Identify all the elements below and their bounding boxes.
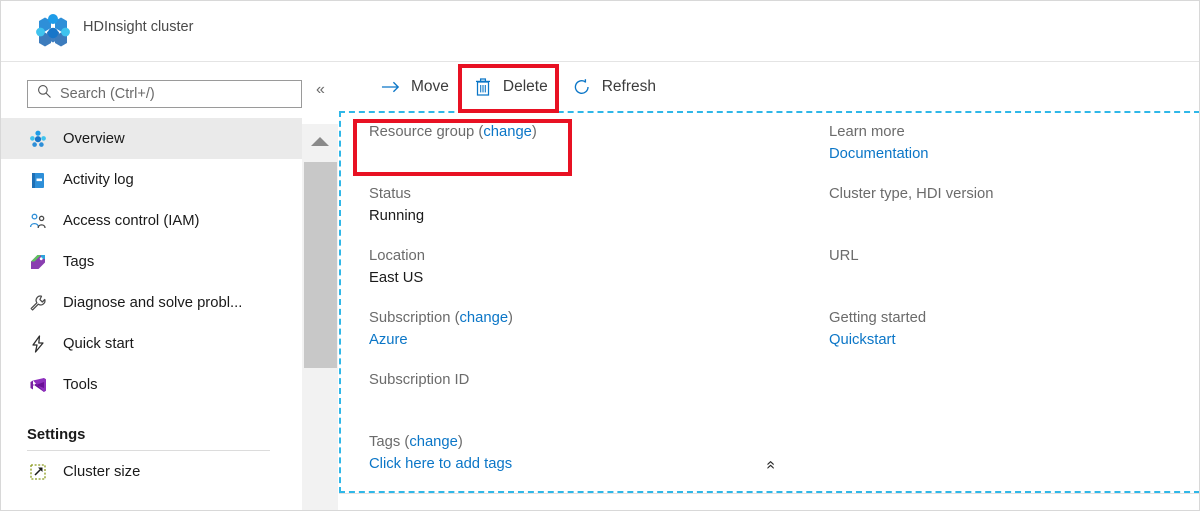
trash-can-icon: [473, 76, 494, 97]
content-footer-divider: [339, 493, 1200, 494]
resource-group-field: Resource group (change): [369, 122, 801, 165]
sidebar-item-label: Quick start: [63, 336, 134, 352]
subscription-field: Subscription (change) Azure: [369, 308, 801, 351]
tags-icon: [27, 251, 49, 273]
url-label: URL: [829, 246, 1181, 267]
sidebar-item-label: Tools: [63, 377, 98, 393]
refresh-circular-arrow-icon: [572, 76, 593, 97]
blade-header: HDInsight cluster: [1, 1, 1200, 62]
location-field: Location East US: [369, 246, 801, 289]
cluster-type-field: Cluster type, HDI version: [829, 184, 1181, 227]
arrow-right-icon: [381, 76, 402, 97]
subscription-id-field: Subscription ID: [369, 370, 801, 413]
sidebar-item-label: Tags: [63, 254, 94, 270]
sidebar-item-overview[interactable]: Overview: [1, 118, 302, 159]
essentials-right-column: Learn more Documentation Cluster type, H…: [801, 122, 1181, 491]
azure-portal-resource-blade: HDInsight cluster Search (Ctrl+/): [0, 0, 1200, 511]
lightning-bolt-icon: [27, 333, 49, 355]
cluster-type-label: Cluster type, HDI version: [829, 184, 1181, 205]
learn-more-label: Learn more: [829, 122, 1181, 143]
add-tags-link[interactable]: Click here to add tags: [369, 453, 801, 475]
hdinsight-overview-icon: [27, 128, 49, 150]
search-input[interactable]: Search (Ctrl+/): [27, 80, 302, 108]
cluster-size-resize-icon: [27, 461, 49, 483]
sidebar-section-settings-title: Settings: [1, 427, 302, 443]
subscription-change-link[interactable]: change: [460, 310, 509, 326]
location-label: Location: [369, 246, 801, 267]
delete-button[interactable]: Delete: [463, 70, 562, 103]
sidebar-item-label: Cluster size: [63, 464, 140, 480]
sidebar-item-activity-log[interactable]: Activity log: [1, 159, 302, 200]
overview-essentials-panel: Resource group (change) Status Running L…: [339, 111, 1200, 493]
sidebar-item-label: Access control (IAM): [63, 213, 200, 229]
search-icon: [37, 84, 52, 104]
subscription-id-value: [369, 391, 801, 413]
move-button-label: Move: [411, 78, 449, 96]
subscription-value-link[interactable]: Azure: [369, 329, 801, 351]
url-field: URL: [829, 246, 1181, 289]
essentials-left-column: Resource group (change) Status Running L…: [341, 122, 801, 491]
access-control-people-icon: [27, 210, 49, 232]
resource-menu-sidebar: Search (Ctrl+/) Overview: [1, 62, 302, 511]
status-field: Status Running: [369, 184, 801, 227]
essentials-collapse-button[interactable]: «: [763, 36, 779, 511]
url-value: [829, 267, 1181, 289]
tags-change-link[interactable]: change: [409, 434, 458, 450]
hdinsight-cluster-logo-icon: [25, 9, 81, 53]
sidebar-item-quick-start[interactable]: Quick start: [1, 323, 302, 364]
blade-title: HDInsight cluster: [83, 19, 193, 35]
subscription-id-label: Subscription ID: [369, 370, 801, 391]
sidebar-item-tags[interactable]: Tags: [1, 241, 302, 282]
sidebar-item-label: Activity log: [63, 172, 134, 188]
resource-group-value: [369, 143, 801, 165]
move-button[interactable]: Move: [371, 70, 463, 103]
refresh-button-label: Refresh: [602, 78, 656, 96]
getting-started-label: Getting started: [829, 308, 1181, 329]
visual-studio-tools-icon: [27, 374, 49, 396]
sidebar-collapse-button[interactable]: «: [316, 82, 325, 98]
sidebar-item-label: Diagnose and solve probl...: [63, 295, 242, 311]
status-label: Status: [369, 184, 801, 205]
sidebar-item-access-control[interactable]: Access control (IAM): [1, 200, 302, 241]
resource-group-label: Resource group (change): [369, 122, 801, 143]
activity-log-book-icon: [27, 169, 49, 191]
sidebar-item-label: Overview: [63, 131, 125, 147]
tags-label: Tags (change): [369, 432, 801, 453]
search-row: Search (Ctrl+/): [1, 62, 302, 112]
scrollbar-thumb[interactable]: [304, 162, 337, 368]
sidebar-scrollbar[interactable]: [302, 62, 338, 511]
status-value: Running: [369, 205, 801, 227]
resource-group-change-link[interactable]: change: [483, 124, 532, 140]
quickstart-link[interactable]: Quickstart: [829, 329, 1181, 351]
sidebar-item-diagnose[interactable]: Diagnose and solve probl...: [1, 282, 302, 323]
search-placeholder: Search (Ctrl+/): [60, 86, 155, 102]
scroll-up-arrow-icon[interactable]: [302, 125, 338, 157]
resource-menu-list: Overview Activity log: [1, 118, 302, 492]
sidebar-item-cluster-size[interactable]: Cluster size: [1, 451, 302, 492]
learn-more-field: Learn more Documentation: [829, 122, 1181, 165]
subscription-label: Subscription (change): [369, 308, 801, 329]
getting-started-field: Getting started Quickstart: [829, 308, 1181, 351]
tags-field: Tags (change) Click here to add tags: [369, 432, 801, 475]
wrench-icon: [27, 292, 49, 314]
location-value: East US: [369, 267, 801, 289]
sidebar-item-tools[interactable]: Tools: [1, 364, 302, 405]
documentation-link[interactable]: Documentation: [829, 143, 1181, 165]
refresh-button[interactable]: Refresh: [562, 70, 670, 103]
delete-button-label: Delete: [503, 78, 548, 96]
cluster-type-value: [829, 205, 1181, 227]
